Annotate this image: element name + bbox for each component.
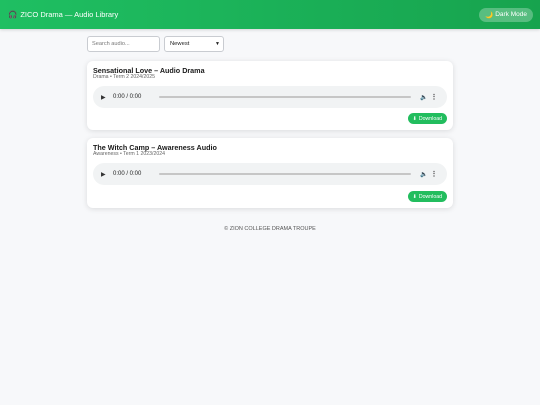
player-time: 0:00 / 0:00	[113, 94, 142, 100]
chevron-down-icon: ▼	[215, 41, 220, 47]
download-icon: ⬇	[412, 193, 417, 200]
sort-select[interactable]: Newest ▼	[164, 36, 224, 52]
play-button[interactable]: ▶	[101, 94, 111, 101]
audio-player: ▶ 0:00 / 0:00 🔈 ⋮	[93, 86, 447, 108]
download-label: Download	[418, 193, 442, 200]
volume-icon[interactable]: 🔈	[419, 171, 429, 178]
player-time: 0:00 / 0:00	[113, 171, 142, 177]
search-placeholder: Search audio...	[92, 41, 130, 47]
more-options-icon[interactable]: ⋮	[429, 170, 439, 178]
download-button[interactable]: ⬇ Download	[407, 113, 447, 124]
audio-meta: Drama • Term 2 2024/2025	[93, 74, 155, 80]
seek-bar[interactable]	[159, 96, 411, 98]
sort-selected-value: Newest	[170, 41, 190, 47]
volume-icon[interactable]: 🔈	[419, 94, 429, 101]
play-button[interactable]: ▶	[101, 171, 111, 178]
moon-icon: 🌙	[485, 11, 494, 19]
headphones-icon: 🎧	[8, 10, 18, 19]
app-title: 🎧 ZICO Drama — Audio Library	[8, 10, 118, 19]
app-title-text: ZICO Drama — Audio Library	[20, 10, 119, 19]
audio-meta: Awareness • Term 1 2023/2024	[93, 151, 165, 157]
audio-card: The Witch Camp – Awareness Audio Awarene…	[87, 138, 453, 208]
audio-player: ▶ 0:00 / 0:00 🔈 ⋮	[93, 163, 447, 185]
audio-card: Sensational Love – Audio Drama Drama • T…	[87, 61, 453, 130]
search-input[interactable]: Search audio...	[87, 36, 160, 52]
download-button[interactable]: ⬇ Download	[407, 191, 447, 202]
filter-controls: Search audio... Newest ▼	[87, 36, 224, 52]
dark-mode-button[interactable]: 🌙 Dark Mode	[479, 7, 533, 22]
seek-bar[interactable]	[159, 173, 411, 175]
download-icon: ⬇	[412, 115, 417, 122]
top-bar: 🎧 ZICO Drama — Audio Library 🌙 Dark Mode	[0, 0, 540, 29]
footer-copyright: © ZION COLLEGE DRAMA TROUPE	[224, 226, 316, 232]
dark-mode-label: Dark Mode	[495, 11, 527, 18]
download-label: Download	[418, 115, 442, 122]
more-options-icon[interactable]: ⋮	[429, 93, 439, 101]
